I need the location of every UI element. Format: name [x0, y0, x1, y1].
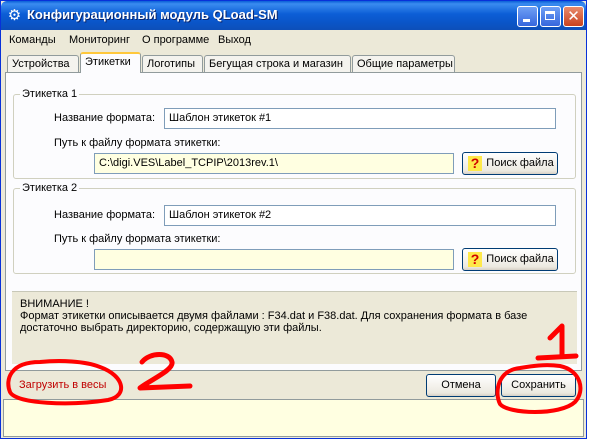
label1-browse-label: Поиск файла — [486, 157, 554, 169]
label2-path-label: Путь к файлу формата этикетки: — [54, 233, 221, 245]
menu-item-exit[interactable]: Выход — [218, 34, 251, 46]
labels-tab-panel: Этикетка 1 Название формата: Шаблон этик… — [5, 72, 582, 371]
window-title: Конфигурационный модуль QLoad-SM — [27, 7, 278, 22]
label2-group-title: Этикетка 2 — [20, 182, 80, 194]
label2-browse-label: Поиск файла — [486, 253, 554, 265]
upload-to-scales-link[interactable]: Загрузить в весы — [19, 379, 106, 391]
tab-labels[interactable]: Этикетки — [80, 52, 141, 73]
label1-group-title: Этикетка 1 — [20, 88, 80, 100]
minimize-icon — [523, 19, 530, 22]
label2-path-field[interactable] — [94, 249, 454, 270]
help-icon: ? — [468, 156, 482, 171]
menu-bar: Команды Мониторинг О программе Выход — [1, 31, 586, 49]
notice-line1: Формат этикетки описывается двумя файлам… — [20, 310, 528, 322]
label1-name-label: Название формата: — [54, 112, 156, 124]
notice-title: ВНИМАНИЕ ! — [20, 298, 89, 310]
notice-line2: достаточно выбрать директорию, содержащу… — [20, 322, 322, 334]
tab-logos[interactable]: Логотипы — [142, 55, 203, 72]
tab-ticker-and-store[interactable]: Бегущая строка и магазин — [204, 55, 351, 72]
status-bar — [3, 399, 584, 437]
app-icon: ⚙ — [7, 7, 22, 24]
maximize-button[interactable] — [540, 6, 561, 27]
title-bar[interactable]: ⚙ Конфигурационный модуль QLoad-SM ✕ — [1, 1, 586, 30]
tab-general-settings[interactable]: Общие параметры — [352, 55, 455, 72]
label2-name-label: Название формата: — [54, 209, 156, 221]
close-icon: ✕ — [567, 7, 580, 25]
minimize-button[interactable] — [517, 6, 538, 27]
bottom-bar: Загрузить в весы Отмена Сохранить — [1, 371, 586, 399]
close-button[interactable]: ✕ — [563, 6, 584, 27]
help-icon: ? — [468, 252, 482, 267]
menu-item-about[interactable]: О программе — [142, 34, 209, 46]
label1-group: Этикетка 1 Название формата: Шаблон этик… — [13, 88, 576, 179]
label1-path-label: Путь к файлу формата этикетки: — [54, 137, 221, 149]
label1-path-field[interactable]: C:\digi.VES\Label_TCPIP\2013rev.1\ — [94, 153, 454, 174]
label1-name-field[interactable]: Шаблон этикеток #1 — [164, 108, 556, 129]
label2-name-field[interactable]: Шаблон этикеток #2 — [164, 205, 556, 226]
maximize-icon — [545, 11, 555, 20]
tab-devices[interactable]: Устройства — [7, 55, 79, 72]
menu-item-commands[interactable]: Команды — [9, 34, 56, 46]
save-button[interactable]: Сохранить — [501, 374, 576, 397]
label1-browse-button[interactable]: ? Поиск файла — [462, 152, 558, 175]
label2-group: Этикетка 2 Название формата: Шаблон этик… — [13, 182, 576, 274]
cancel-button[interactable]: Отмена — [426, 374, 496, 397]
label2-browse-button[interactable]: ? Поиск файла — [462, 248, 558, 271]
warning-notice: ВНИМАНИЕ ! Формат этикетки описывается д… — [12, 291, 577, 364]
menu-item-monitoring[interactable]: Мониторинг — [69, 34, 130, 46]
tab-strip: Устройства Этикетки Логотипы Бегущая стр… — [5, 51, 582, 73]
app-window: ⚙ Конфигурационный модуль QLoad-SM ✕ Ком… — [0, 0, 587, 439]
